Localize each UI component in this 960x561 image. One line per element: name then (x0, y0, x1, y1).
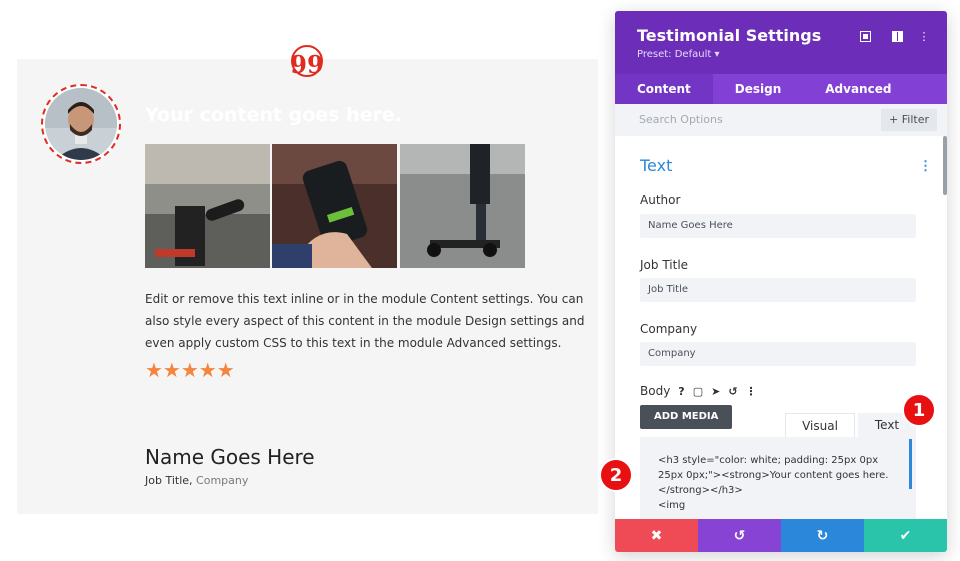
search-input[interactable]: Search Options (639, 113, 723, 126)
job-title-label: Job Title (640, 258, 689, 272)
author-meta: Job Title, Company (145, 474, 248, 487)
check-icon: ✔ (899, 527, 912, 544)
more-icon[interactable]: ⋮ (915, 27, 933, 45)
undo-icon: ↺ (733, 527, 746, 544)
options-icon[interactable]: ⋮ (746, 385, 757, 398)
testimonial-headline: Your content goes here. (145, 104, 402, 126)
responsive-icon[interactable]: ▢ (693, 385, 703, 398)
cancel-button[interactable]: ✖ (615, 519, 698, 552)
action-bar: ✖ ↺ ↻ ✔ (615, 519, 947, 552)
panel-header: Testimonial Settings Preset: Default ▾ ⋮ (615, 11, 947, 74)
code-line: <img (658, 500, 686, 511)
author-field[interactable]: Name Goes Here (640, 214, 916, 238)
panel-tabs: Content Design Advanced (615, 74, 947, 104)
section-more-icon[interactable]: ⋮ (919, 158, 932, 174)
callout-badge-1: 1 (902, 393, 936, 427)
redo-button[interactable]: ↻ (781, 519, 864, 552)
reset-icon[interactable]: ↺ (728, 385, 737, 398)
help-icon[interactable]: ? (678, 385, 684, 398)
page: 99 Your content goes here. Edit or remov… (0, 0, 960, 561)
focus-icon[interactable] (856, 27, 874, 45)
star-rating: ★★★★★ (145, 358, 235, 382)
columns-icon[interactable] (888, 27, 906, 45)
editor-scrollbar[interactable] (909, 439, 912, 489)
meta-separator: , (189, 474, 197, 487)
company-field[interactable]: Company (640, 342, 916, 366)
panel-scrollbar[interactable] (943, 136, 947, 195)
close-icon: ✖ (650, 527, 663, 544)
hover-icon[interactable]: ➤ (711, 385, 720, 398)
panel-content: Text ⋮ Author Name Goes Here Job Title J… (615, 136, 947, 519)
code-line: </strong></h3> (658, 485, 743, 496)
tab-visual[interactable]: Visual (785, 413, 855, 437)
scooter-handlebar-image (145, 144, 270, 268)
preset-dropdown[interactable]: Preset: Default ▾ (637, 49, 719, 60)
quote-icon: 99 (290, 45, 324, 77)
body-code-editor[interactable]: <h3 style="color: white; padding: 25px 0… (640, 437, 916, 519)
company: Company (196, 474, 249, 487)
panel-title: Testimonial Settings (637, 26, 822, 45)
job-title-field[interactable]: Job Title (640, 278, 916, 302)
testimonial-body: Edit or remove this text inline or in th… (145, 292, 585, 350)
callout-badge-2: 2 (599, 458, 633, 492)
author-label: Author (640, 193, 681, 207)
undo-button[interactable]: ↺ (698, 519, 781, 552)
body-label-row: Body ? ▢ ➤ ↺ ⋮ (640, 384, 757, 398)
section-title-text[interactable]: Text (640, 156, 672, 175)
phone-in-hand-image (272, 144, 397, 268)
person-on-scooter-image (400, 144, 525, 268)
tab-advanced[interactable]: Advanced (803, 74, 913, 104)
company-label: Company (640, 322, 698, 336)
code-line: <h3 style="color: white; padding: 25px 0… (658, 455, 879, 466)
tab-content[interactable]: Content (615, 74, 713, 104)
filter-button[interactable]: + Filter (881, 109, 937, 131)
settings-panel: Testimonial Settings Preset: Default ▾ ⋮… (615, 11, 947, 552)
tab-design[interactable]: Design (713, 74, 804, 104)
job-title: Job Title (145, 474, 190, 487)
search-row: Search Options + Filter (615, 104, 947, 136)
body-label: Body (640, 384, 671, 398)
avatar (41, 84, 121, 164)
add-media-button[interactable]: ADD MEDIA (640, 405, 733, 429)
author-name: Name Goes Here (145, 445, 315, 469)
redo-icon: ↻ (816, 527, 829, 544)
code-line: 25px 0px;"><strong>Your content goes her… (658, 470, 889, 481)
save-button[interactable]: ✔ (864, 519, 947, 552)
